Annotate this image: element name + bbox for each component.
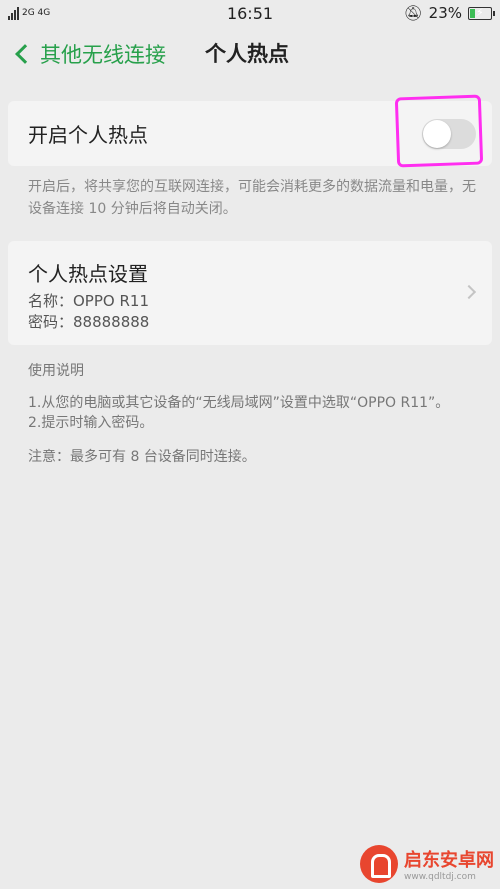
battery-fill <box>470 8 475 18</box>
hotspot-toggle-label: 开启个人热点 <box>28 123 148 147</box>
hotspot-toggle-row: 开启个人热点 <box>8 101 492 166</box>
connection-note: 注意：最多可有 8 台设备同时连接。 <box>28 449 256 465</box>
bolt-icon: ⚡︎ <box>476 5 484 19</box>
instructions-title: 使用说明 <box>28 363 84 379</box>
status-right: 🔕︎ 23% ⚡︎ <box>403 4 495 22</box>
page-title: 个人热点 <box>205 42 289 66</box>
status-bar: 2G 4G 16:51 🔕︎ 23% ⚡︎ <box>0 0 500 26</box>
watermark-name: 启东安卓网 <box>404 849 494 871</box>
back-button[interactable]: 其他无线连接 <box>12 38 166 70</box>
back-label: 其他无线连接 <box>40 43 166 67</box>
battery-percent: 23% <box>428 4 462 22</box>
hotspot-name: 名称：OPPO R11 <box>28 292 149 310</box>
watermark-text: 启东安卓网 www.qdltdj.com <box>404 846 494 882</box>
hotspot-description: 开启后，将共享您的互联网连接，可能会消耗更多的数据流量和电量，无设备连接 10 … <box>28 179 476 217</box>
chevron-left-icon <box>15 44 35 64</box>
watermark-url: www.qdltdj.com <box>404 871 476 882</box>
hotspot-toggle-switch[interactable] <box>422 119 476 149</box>
instruction-step-2: 2.提示时输入密码。 <box>28 415 154 431</box>
signal-icon <box>8 6 19 20</box>
watermark-logo-icon <box>360 844 398 883</box>
network-indicators: 2G 4G <box>8 6 50 20</box>
battery-charging-icon: ⚡︎ <box>468 5 495 20</box>
toggle-knob <box>423 120 451 148</box>
nav-bar: 其他无线连接 个人热点 <box>0 26 500 82</box>
hotspot-settings-row[interactable]: 个人热点设置 名称：OPPO R11 密码：88888888 <box>8 241 492 345</box>
hotspot-password: 密码：88888888 <box>28 313 150 331</box>
network-label: 2G 4G <box>22 8 51 18</box>
watermark: 启东安卓网 www.qdltdj.com <box>360 838 500 889</box>
bell-mute-icon: 🔕︎ <box>403 4 423 22</box>
hotspot-settings-title: 个人热点设置 <box>28 262 148 286</box>
chevron-right-icon <box>461 284 477 300</box>
instruction-step-1: 1.从您的电脑或其它设备的“无线局域网”设置中选取“OPPO R11”。 <box>28 395 450 411</box>
